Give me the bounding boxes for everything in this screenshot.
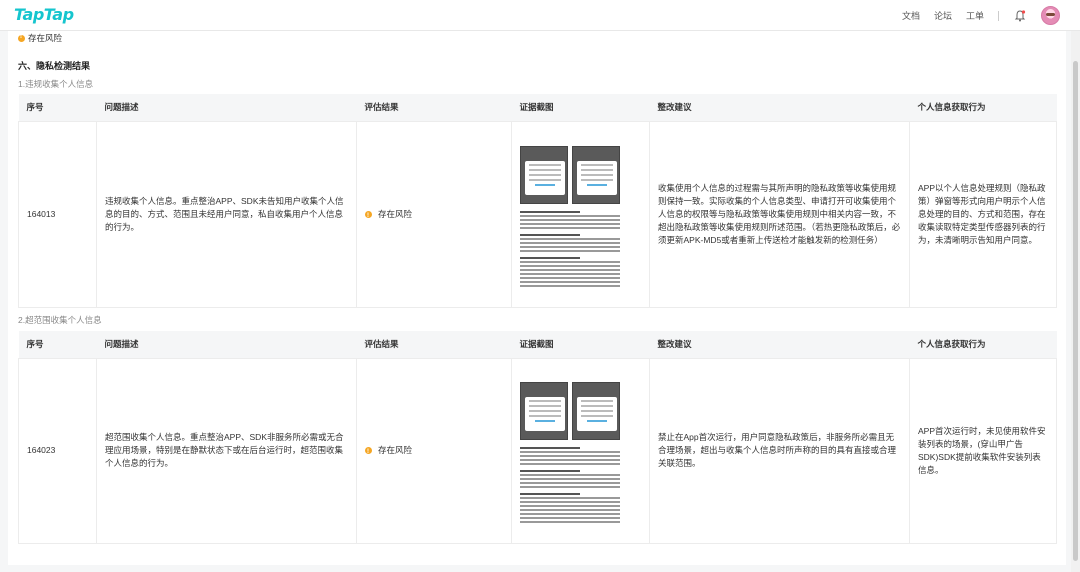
- cell-id: 164013: [18, 120, 97, 308]
- taptap-logo[interactable]: TapTap: [14, 5, 74, 24]
- table-row: 164023 超范围收集个人信息。重点整治APP、SDK非服务所必需或无合理应用…: [18, 357, 1057, 544]
- col-header-id: 序号: [18, 94, 97, 121]
- col-header-id: 序号: [18, 331, 97, 358]
- bell-icon[interactable]: [1013, 9, 1027, 23]
- col-header-advice: 整改建议: [649, 331, 910, 358]
- avatar[interactable]: [1041, 6, 1060, 25]
- top-nav: 文档 论坛 工单: [902, 0, 1060, 31]
- risk-status: 存在风险: [18, 32, 62, 44]
- cell-evidence: [511, 357, 650, 544]
- table2-subtitle: 2.超范围收集个人信息: [18, 315, 102, 325]
- cell-eval: 存在风险: [356, 120, 512, 308]
- eval-label: 存在风险: [378, 208, 413, 219]
- table-illegal-collection: 序号 问题描述 评估结果 证据截图 整改建议 个人信息获取行为 164013 违…: [18, 94, 1057, 308]
- col-header-eval: 评估结果: [356, 94, 512, 121]
- warning-icon: [365, 446, 372, 459]
- warning-icon: [18, 34, 25, 42]
- phone-screenshot-1: [520, 145, 568, 204]
- vertical-scrollbar[interactable]: [1071, 31, 1080, 572]
- nav-ticket-link[interactable]: 工单: [966, 9, 984, 22]
- col-header-evidence: 证据截图: [511, 331, 650, 358]
- nav-forum-link[interactable]: 论坛: [934, 9, 952, 22]
- warning-icon: [365, 210, 372, 223]
- evidence-screenshot[interactable]: [520, 142, 641, 287]
- table1-subtitle: 1.违规收集个人信息: [18, 79, 94, 89]
- nav-divider: [998, 10, 999, 21]
- cell-id: 164023: [18, 357, 97, 544]
- table-excessive-collection: 序号 问题描述 评估结果 证据截图 整改建议 个人信息获取行为 164023 超…: [18, 331, 1057, 544]
- cell-behavior: APP首次运行时，未见使用软件安装列表的场景，(穿山甲广告SDK)SDK提前收集…: [909, 357, 1057, 544]
- main-content: 存在风险 六、隐私检测结果 1.违规收集个人信息 序号 问题描述 评估结果 证据…: [8, 31, 1066, 565]
- cell-desc: 违规收集个人信息。重点整治APP、SDK未告知用户收集个人信息的目的、方式、范围…: [96, 120, 357, 308]
- phone-screenshot-2: [572, 145, 620, 204]
- evidence-screenshot[interactable]: [520, 378, 641, 523]
- cell-advice: 禁止在App首次运行，用户同意隐私政策后，非服务所必需且无合理场景，超出与收集个…: [649, 357, 910, 544]
- col-header-desc: 问题描述: [96, 331, 357, 358]
- cell-eval: 存在风险: [356, 357, 512, 544]
- document-screenshot: [520, 442, 620, 523]
- phone-screenshot-1: [520, 382, 568, 440]
- table-row: 164013 违规收集个人信息。重点整治APP、SDK未告知用户收集个人信息的目…: [18, 120, 1057, 308]
- cell-evidence: [511, 120, 650, 308]
- nav-docs-link[interactable]: 文档: [902, 9, 920, 22]
- scrollbar-thumb[interactable]: [1073, 61, 1078, 561]
- risk-status-label: 存在风险: [28, 33, 63, 43]
- col-header-advice: 整改建议: [649, 94, 910, 121]
- phone-screenshot-2: [572, 382, 620, 440]
- col-header-evidence: 证据截图: [511, 94, 650, 121]
- col-header-behavior: 个人信息获取行为: [909, 331, 1057, 358]
- col-header-eval: 评估结果: [356, 331, 512, 358]
- section-title: 六、隐私检测结果: [18, 61, 91, 71]
- top-bar: TapTap 文档 论坛 工单: [0, 0, 1080, 31]
- cell-advice: 收集使用个人信息的过程需与其所声明的隐私政策等收集使用规则保持一致。实际收集的个…: [649, 120, 910, 308]
- cell-desc: 超范围收集个人信息。重点整治APP、SDK非服务所必需或无合理应用场景，特别是在…: [96, 357, 357, 544]
- col-header-desc: 问题描述: [96, 94, 357, 121]
- col-header-behavior: 个人信息获取行为: [909, 94, 1057, 121]
- eval-label: 存在风险: [378, 445, 413, 455]
- document-screenshot: [520, 206, 620, 287]
- cell-behavior: APP以个人信息处理规则（隐私政策）弹窗等形式向用户明示个人信息处理的目的、方式…: [909, 120, 1057, 308]
